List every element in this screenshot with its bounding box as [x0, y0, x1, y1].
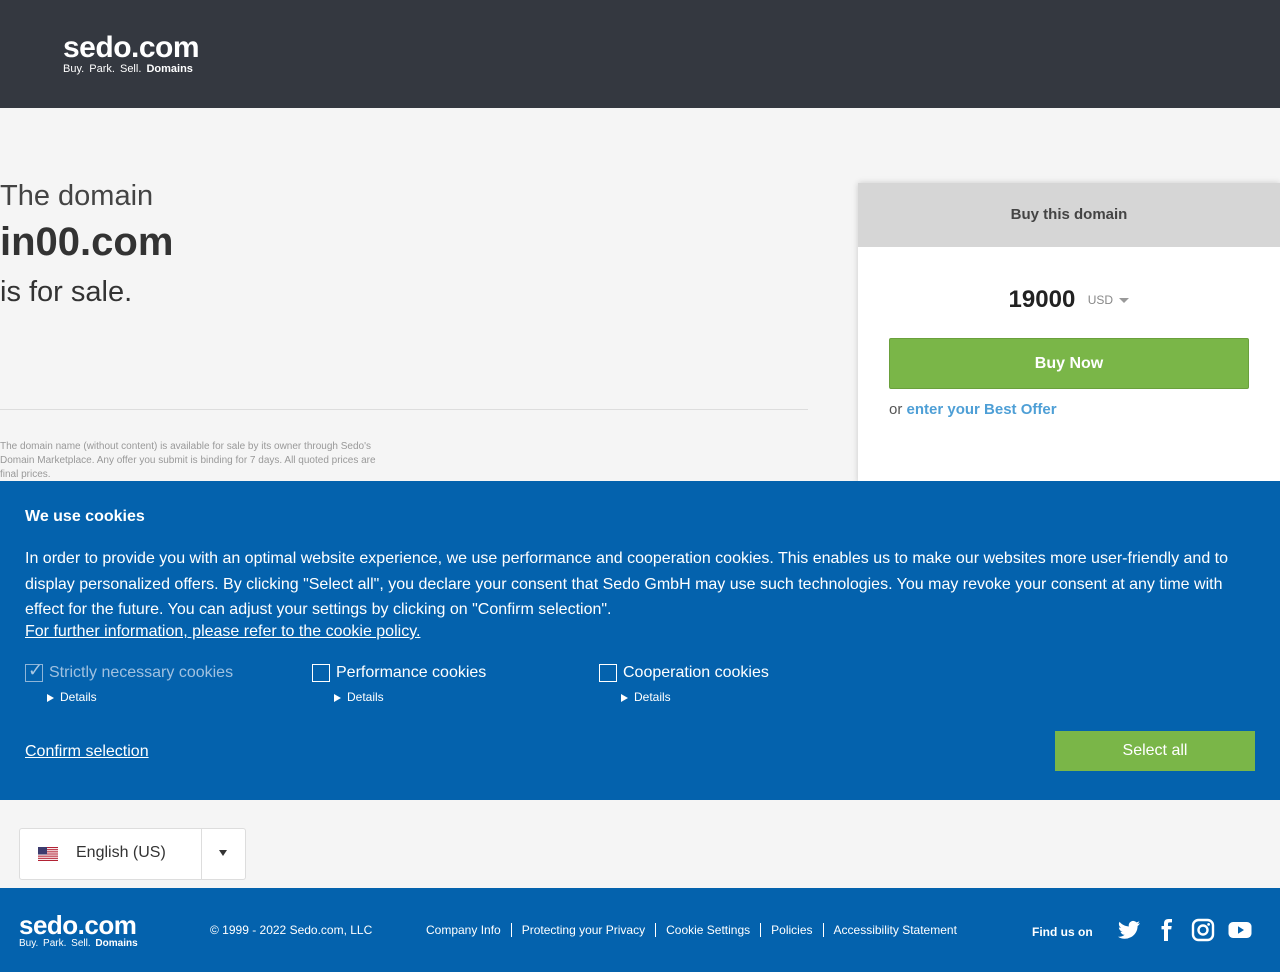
- twitter-icon[interactable]: [1117, 918, 1141, 942]
- option-label: Performance cookies: [336, 664, 487, 681]
- option-strictly-necessary: ✓ Strictly necessary cookies Details: [25, 660, 234, 704]
- confirm-selection-link[interactable]: Confirm selection: [25, 743, 149, 761]
- footer-link-policies[interactable]: Policies: [760, 923, 823, 937]
- intro-line3: is for sale.: [0, 276, 133, 308]
- footer-logo-tagline: Buy. Park. Sell. Domains: [19, 938, 138, 949]
- dropdown-arrow-icon: [219, 850, 227, 856]
- divider: [201, 829, 202, 879]
- cookie-policy-link[interactable]: For further information, please refer to…: [25, 623, 420, 641]
- instagram-icon[interactable]: [1191, 918, 1215, 942]
- language-name: English (US): [76, 844, 166, 861]
- option-label: Cooperation cookies: [623, 664, 769, 681]
- currency-select[interactable]: USD: [1088, 293, 1130, 307]
- triangle-right-icon: [621, 693, 628, 702]
- language-selector[interactable]: English (US): [19, 828, 246, 880]
- caret-down-icon: [1119, 298, 1130, 304]
- domain-intro: The domain in00.com is for sale.: [0, 178, 173, 314]
- logo-wordmark: sedo.com: [63, 31, 200, 64]
- details-toggle[interactable]: Details: [334, 690, 384, 704]
- intro-line1: The domain: [0, 180, 154, 212]
- divider: [0, 409, 808, 410]
- copyright: © 1999 - 2022 Sedo.com, LLC: [210, 923, 373, 937]
- find-us-label: Find us on: [1032, 925, 1093, 939]
- buy-now-button[interactable]: Buy Now: [889, 338, 1249, 389]
- cookie-banner: We use cookies In order to provide you w…: [0, 481, 1280, 800]
- buy-box: Buy this domain 19000 USD Buy Now or ent…: [858, 183, 1280, 483]
- option-performance: Performance cookies Details: [312, 664, 487, 704]
- details-toggle[interactable]: Details: [47, 690, 97, 704]
- footer-logo[interactable]: sedo.com Buy. Park. Sell. Domains: [19, 912, 138, 949]
- triangle-right-icon: [334, 693, 341, 702]
- footer: sedo.com Buy. Park. Sell. Domains © 1999…: [0, 888, 1280, 972]
- footer-logo-wordmark: sedo.com: [19, 910, 137, 940]
- offer-prefix: or: [889, 401, 903, 418]
- triangle-right-icon: [47, 693, 54, 702]
- best-offer-row: or enter your Best Offer: [889, 401, 1057, 418]
- buy-box-title: Buy this domain: [858, 183, 1280, 247]
- footer-link-accessibility[interactable]: Accessibility Statement: [822, 923, 967, 937]
- youtube-icon[interactable]: [1228, 918, 1252, 942]
- cooperation-checkbox[interactable]: [599, 664, 617, 682]
- price-display: 19000 USD: [858, 286, 1280, 314]
- best-offer-link[interactable]: enter your Best Offer: [907, 401, 1057, 418]
- details-toggle[interactable]: Details: [621, 690, 671, 704]
- strictly-necessary-checkbox: ✓: [25, 660, 44, 682]
- option-label: Strictly necessary cookies: [49, 664, 234, 681]
- logo-tagline: Buy. Park. Sell. Domains: [63, 63, 193, 75]
- performance-checkbox[interactable]: [312, 664, 330, 682]
- top-header: sedo.com Buy. Park. Sell. Domains: [0, 0, 1280, 108]
- cookie-title: We use cookies: [25, 508, 145, 525]
- domain-name: in00.com: [0, 220, 174, 264]
- cookie-text: In order to provide you with an optimal …: [25, 550, 1229, 618]
- price-amount: 19000: [1008, 286, 1076, 313]
- sedo-logo[interactable]: sedo.com Buy. Park. Sell. Domains: [63, 31, 200, 76]
- footer-link-cookie-settings[interactable]: Cookie Settings: [655, 923, 761, 937]
- disclaimer-text: The domain name (without content) is ava…: [0, 441, 376, 480]
- footer-link-privacy[interactable]: Protecting your Privacy: [510, 923, 656, 937]
- us-flag-icon: [38, 847, 58, 861]
- option-cooperation: Cooperation cookies Details: [599, 664, 769, 704]
- select-all-button[interactable]: Select all: [1055, 731, 1255, 771]
- facebook-icon[interactable]: [1154, 918, 1178, 942]
- footer-link-company-info[interactable]: Company Info: [416, 923, 511, 937]
- check-icon: ✓: [28, 660, 44, 680]
- footer-links: Company Info Protecting your Privacy Cooki…: [416, 923, 967, 937]
